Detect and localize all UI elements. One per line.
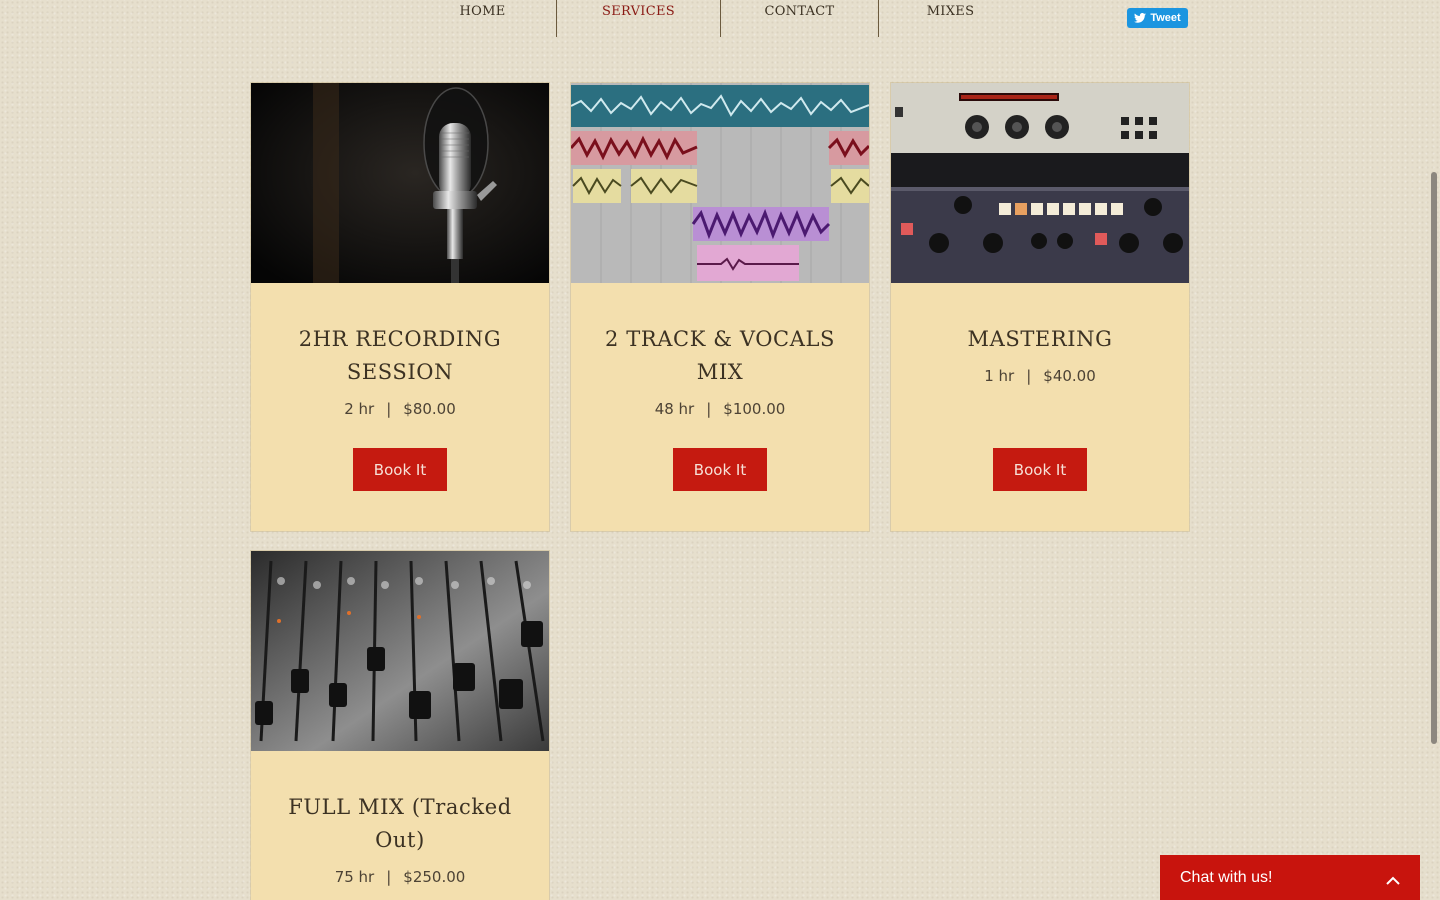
service-card-2track-vocals: 2 TRACK & VOCALS MIX 48 hr | $100.00 Book …: [571, 83, 869, 531]
book-it-button[interactable]: Book It: [353, 448, 447, 491]
twitter-bird-icon: [1134, 13, 1147, 23]
meta-separator: |: [1026, 367, 1032, 385]
service-title: 2HR RECORDING SESSION: [298, 327, 502, 384]
service-price: $80.00: [403, 400, 456, 418]
tweet-label: Tweet: [1150, 12, 1181, 24]
nav-item-mixes[interactable]: MIXES: [878, 0, 1022, 37]
nav-item-contact[interactable]: CONTACT: [720, 0, 878, 37]
service-card-mastering: MASTERING 1 hr | $40.00 Book It: [891, 83, 1189, 531]
service-card-full-mix: FULL MIX (Tracked Out) 75 hr | $250.00: [251, 551, 549, 900]
service-card-recording: 2HR RECORDING SESSION 2 hr | $80.00 Book I…: [251, 83, 549, 531]
mixing-console-image: [251, 551, 549, 751]
service-duration: 1 hr: [984, 367, 1015, 385]
service-price: $250.00: [403, 868, 466, 886]
chevron-up-icon[interactable]: [1386, 872, 1400, 890]
service-duration: 2 hr: [344, 400, 375, 418]
meta-separator: |: [706, 400, 712, 418]
meta-separator: |: [386, 400, 392, 418]
service-meta: 1 hr | $40.00: [891, 367, 1189, 385]
service-duration: 48 hr: [654, 400, 695, 418]
service-meta: 2 hr | $80.00: [251, 400, 549, 418]
main-nav: HOME SERVICES CONTACT MIXES: [409, 0, 1022, 37]
tweet-button[interactable]: Tweet: [1127, 8, 1188, 28]
meta-separator: |: [386, 868, 392, 886]
mastering-rack-image: [891, 83, 1189, 283]
service-title: FULL MIX (Tracked Out): [288, 795, 512, 852]
chat-label: Chat with us!: [1180, 868, 1273, 886]
daw-waveform-image: [571, 83, 869, 283]
nav-item-services[interactable]: SERVICES: [556, 0, 720, 37]
service-meta: 48 hr | $100.00: [571, 400, 869, 418]
service-price: $100.00: [723, 400, 786, 418]
nav-item-home[interactable]: HOME: [409, 0, 556, 37]
page-scrollbar[interactable]: [1431, 172, 1437, 744]
chat-widget[interactable]: Chat with us!: [1160, 855, 1420, 900]
book-it-button[interactable]: Book It: [673, 448, 767, 491]
service-meta: 75 hr | $250.00: [251, 868, 549, 886]
service-duration: 75 hr: [334, 868, 375, 886]
service-title: 2 TRACK & VOCALS MIX: [605, 327, 835, 384]
book-it-button[interactable]: Book It: [993, 448, 1087, 491]
studio-microphone-image: [251, 83, 549, 283]
service-title: MASTERING: [967, 327, 1113, 351]
service-price: $40.00: [1043, 367, 1096, 385]
